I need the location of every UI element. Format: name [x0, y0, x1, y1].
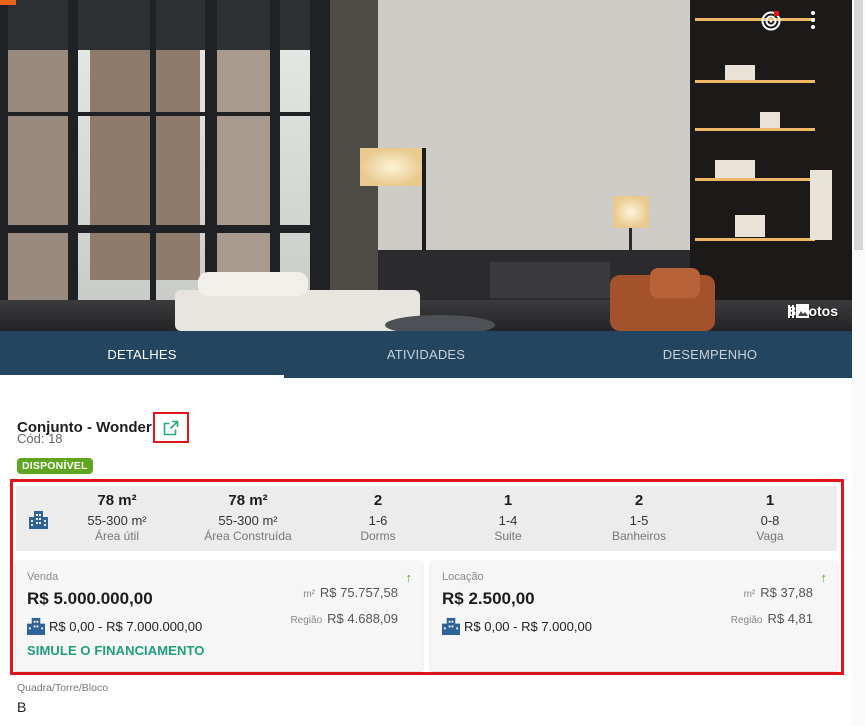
- stat-range: 0-8: [760, 513, 780, 528]
- stat-label: Banheiros: [611, 529, 667, 543]
- rent-price-card: Locação R$ 2.500,00 ↑ m² R$ 37,88 Região…: [431, 561, 837, 671]
- stat-label: Área útil: [94, 529, 140, 543]
- target-icon[interactable]: [760, 10, 784, 34]
- m2-unit: m²: [303, 589, 315, 600]
- sale-range-text: R$ 0,00 - R$ 7.000.000,00: [49, 618, 203, 634]
- stat-suite: 1 1-4 Suite: [448, 492, 568, 543]
- photo-library-icon: [788, 304, 810, 318]
- scrollbar[interactable]: [852, 0, 865, 726]
- building-icon: [27, 617, 45, 635]
- stat-vaga: 1 0-8 Vaga: [710, 492, 830, 543]
- block-field-value: B: [17, 699, 27, 715]
- stat-range: 55-300 m²: [218, 513, 278, 528]
- stat-range: 1-5: [629, 513, 649, 528]
- trend-up-icon: ↑: [405, 570, 413, 585]
- more-vertical-icon[interactable]: [810, 10, 834, 34]
- corner-marker: [0, 0, 16, 5]
- stat-label: Área Construída: [204, 529, 292, 543]
- stat-banheiros: 2 1-5 Banheiros: [579, 492, 699, 543]
- sale-price-card: Venda R$ 5.000.000,00 ↑ m² R$ 75.757,58 …: [16, 561, 422, 671]
- stat-range: 1-4: [498, 513, 518, 528]
- stat-label: Vaga: [756, 529, 784, 543]
- status-badge: DISPONÍVEL: [17, 458, 93, 474]
- m2-value: R$ 75.757,58: [319, 585, 398, 600]
- rent-value: R$ 2.500,00: [442, 589, 535, 608]
- tab-desempenho[interactable]: DESEMPENHO: [568, 331, 852, 378]
- open-in-new-icon[interactable]: [152, 412, 189, 443]
- m2-unit: m²: [743, 589, 756, 600]
- stat-area-construida: 78 m² 55-300 m² Área Construída: [188, 492, 308, 543]
- sale-region-price: Região R$ 4.688,09: [290, 611, 398, 626]
- sale-price-per-m2: m² R$ 75.757,58: [303, 585, 398, 600]
- trend-up-icon: ↑: [820, 570, 828, 585]
- stat-label: Dorms: [360, 529, 396, 543]
- rent-label: Locação: [442, 571, 484, 583]
- rent-range: R$ 0,00 - R$ 7.000,00: [442, 617, 592, 635]
- stat-dorms: 2 1-6 Dorms: [318, 492, 438, 543]
- stat-range: 1-6: [368, 513, 388, 528]
- region-value: R$ 4,81: [767, 611, 813, 626]
- stat-area-util: 78 m² 55-300 m² Área útil: [57, 492, 177, 543]
- tab-bar: DETALHES ATIVIDADES DESEMPENHO: [0, 331, 852, 378]
- photo-count[interactable]: 8 Fotos: [788, 303, 838, 319]
- sale-range: R$ 0,00 - R$ 7.000.000,00: [27, 617, 202, 635]
- simulate-financing-link[interactable]: SIMULE O FINANCIAMENTO: [27, 643, 204, 658]
- rent-range-text: R$ 0,00 - R$ 7.000,00: [464, 618, 592, 634]
- sale-value: R$ 5.000.000,00: [27, 589, 153, 608]
- rent-price-per-m2: m² R$ 37,88: [744, 585, 813, 600]
- stat-value: 2: [634, 492, 644, 509]
- tab-atividades[interactable]: ATIVIDADES: [284, 331, 568, 378]
- region-unit: Região: [290, 615, 323, 626]
- m2-value: R$ 37,88: [760, 585, 813, 600]
- stat-label: Suite: [494, 529, 522, 543]
- building-icon: [442, 617, 460, 635]
- property-code: Cód: 18: [17, 431, 63, 446]
- rent-region-price: Região R$ 4,81: [731, 611, 813, 626]
- sale-label: Venda: [27, 571, 59, 583]
- stat-value: 78 m²: [228, 492, 268, 509]
- building-icon: [29, 511, 48, 529]
- stat-value: 1: [503, 492, 513, 509]
- stat-range: 55-300 m²: [87, 513, 147, 528]
- stat-value: 78 m²: [97, 492, 137, 509]
- stat-value: 1: [765, 492, 775, 509]
- block-field-label: Quadra/Torre/Bloco: [17, 682, 109, 694]
- scrollbar-thumb[interactable]: [854, 0, 863, 250]
- tab-detalhes[interactable]: DETALHES: [0, 331, 284, 378]
- region-value: R$ 4.688,09: [327, 611, 398, 626]
- region-unit: Região: [730, 615, 763, 626]
- living-room-photo: [0, 0, 852, 331]
- stat-value: 2: [373, 492, 383, 509]
- property-photo[interactable]: 8 Fotos: [0, 0, 852, 331]
- stats-bar: 78 m² 55-300 m² Área útil 78 m² 55-300 m…: [16, 486, 837, 551]
